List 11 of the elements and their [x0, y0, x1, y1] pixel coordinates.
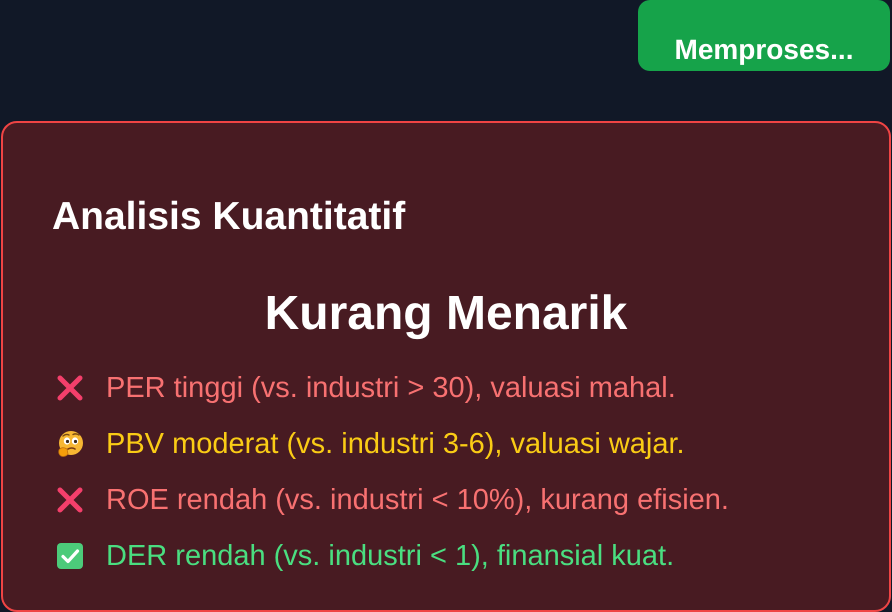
processing-button[interactable]: Memproses...	[638, 0, 890, 71]
cross-mark-icon	[56, 374, 84, 402]
cross-mark-icon	[56, 486, 84, 514]
thinking-face-icon	[56, 430, 84, 458]
verdict-heading: Kurang Menarik	[264, 286, 628, 342]
card-title: Analisis Kuantitatif	[52, 194, 406, 240]
criterion-text: PBV moderat (vs. industri 3-6), valuasi wajar.	[106, 427, 685, 462]
criterion-text: ROE rendah (vs. industri < 10%), kurang efisien.	[106, 483, 729, 518]
criterion-text: PER tinggi (vs. industri > 30), valuasi mahal.	[106, 371, 676, 406]
criterion-text: DER rendah (vs. industri < 1), finansial kuat.	[106, 539, 674, 574]
check-mark-icon	[56, 542, 84, 570]
